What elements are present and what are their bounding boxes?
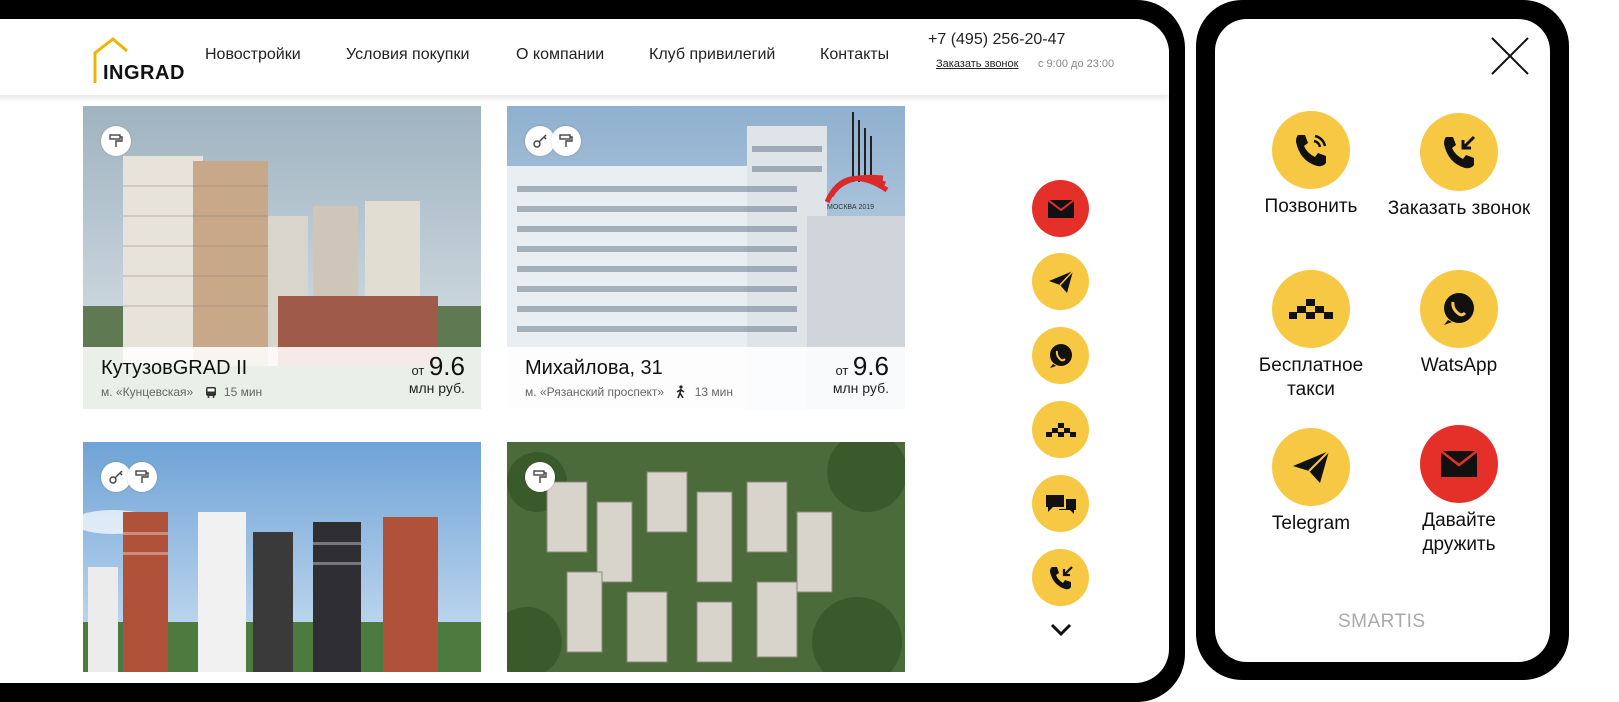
callback-icon <box>1420 113 1498 191</box>
telegram-icon <box>1048 269 1074 293</box>
project-card[interactable]: МОСКВА 2019 Михайлова, 31 м. «Рязанский … <box>507 106 905 409</box>
whatsapp-icon <box>1049 343 1072 368</box>
taxi-icon <box>1272 270 1350 348</box>
phone-call-icon <box>1272 111 1350 189</box>
working-hours: с 9:00 до 23:00 <box>1038 58 1115 70</box>
price-block: от 9.6 млн руб. <box>409 353 465 395</box>
price-value: 9.6 <box>428 351 465 381</box>
badge-row <box>525 462 555 492</box>
travel-time: 13 мин <box>694 385 734 399</box>
nav-purchase-terms[interactable]: Условия покупки <box>346 46 469 64</box>
email-icon <box>1420 425 1498 503</box>
callback-option[interactable]: Заказать звонок <box>1384 113 1534 221</box>
metro-info: м. «Кунцевская» 15 мин <box>101 385 262 399</box>
menu-label: Telegram <box>1271 513 1351 534</box>
metro-station: м. «Кунцевская» <box>101 385 194 399</box>
metro-info: м. «Рязанский проспект» 13 мин <box>525 385 733 399</box>
project-card[interactable]: КутузовGRAD II м. «Кунцевская» 15 мин от… <box>83 106 481 409</box>
widget-email-button[interactable] <box>1032 180 1089 237</box>
site-header: INGRAD Новостройки Условия покупки О ком… <box>0 19 1169 95</box>
telegram-icon <box>1272 428 1350 506</box>
price-from: от <box>411 363 425 378</box>
price-unit: млн руб. <box>408 380 465 396</box>
paint-roller-icon <box>127 462 157 492</box>
card-info: КутузовGRAD II м. «Кунцевская» 15 мин от… <box>83 347 481 409</box>
email-icon <box>1046 198 1075 218</box>
project-title: КутузовGRAD II <box>101 357 248 379</box>
nav-contacts[interactable]: Контакты <box>820 46 889 64</box>
close-icon[interactable] <box>1490 36 1530 76</box>
nav-privilege-club[interactable]: Клуб привилегий <box>649 46 775 64</box>
taxi-option[interactable]: Бесплатное такси <box>1236 270 1386 402</box>
project-title: Михайлова, 31 <box>525 357 663 379</box>
menu-label: Заказать звонок <box>1387 198 1531 219</box>
ingrad-logo[interactable]: INGRAD <box>91 35 184 85</box>
project-card[interactable] <box>507 442 905 672</box>
menu-label: Бесплатное такси <box>1258 355 1364 400</box>
callback-link[interactable]: Заказать звонок <box>936 58 1018 70</box>
paint-roller-icon <box>551 126 581 156</box>
award-logo: МОСКВА 2019 <box>824 112 891 218</box>
price-block: от 9.6 млн руб. <box>833 353 889 395</box>
project-card[interactable] <box>83 442 481 672</box>
card-info: Михайлова, 31 м. «Рязанский проспект» 13… <box>507 347 905 409</box>
aerial-photo <box>507 442 905 672</box>
taxi-icon <box>1045 422 1076 437</box>
badge-row <box>525 126 581 156</box>
smartis-brand: SMARTIS <box>1338 611 1426 632</box>
widget-chat-button[interactable] <box>1032 475 1089 532</box>
paint-roller-icon <box>101 126 131 156</box>
chevron-down-icon[interactable] <box>1050 622 1072 638</box>
award-text: МОСКВА 2019 <box>827 204 875 211</box>
menu-label: Давайте дружить <box>1422 510 1496 555</box>
travel-time: 15 мин <box>223 385 263 399</box>
nav-about[interactable]: О компании <box>516 46 604 64</box>
whatsapp-option[interactable]: WatsApp <box>1384 270 1534 378</box>
price-from: от <box>835 363 849 378</box>
widget-callback-button[interactable] <box>1032 549 1089 606</box>
badge-row <box>101 462 157 492</box>
social-option[interactable]: Давайте дружить <box>1384 425 1534 557</box>
nav-novostroyki[interactable]: Новостройки <box>205 46 301 64</box>
metro-station: м. «Рязанский проспект» <box>525 385 665 399</box>
price-value: 9.6 <box>852 351 889 381</box>
walking-icon <box>676 385 685 399</box>
widget-whatsapp-button[interactable] <box>1032 327 1089 384</box>
bus-icon <box>205 387 216 398</box>
call-option[interactable]: Позвонить <box>1236 111 1386 219</box>
callback-icon <box>1049 565 1073 589</box>
menu-label: Позвонить <box>1264 196 1358 217</box>
chat-icon <box>1045 494 1076 514</box>
price-unit: млн руб. <box>832 380 889 396</box>
menu-label: WatsApp <box>1420 355 1498 376</box>
widget-taxi-button[interactable] <box>1032 401 1089 458</box>
paint-roller-icon <box>525 462 555 492</box>
whatsapp-icon <box>1420 270 1498 348</box>
widget-telegram-button[interactable] <box>1032 253 1089 310</box>
phone-number[interactable]: +7 (495) 256-20-47 <box>928 31 1065 49</box>
badge-row <box>101 126 131 156</box>
logo-text: INGRAD <box>103 62 185 84</box>
website-screen: INGRAD Новостройки Условия покупки О ком… <box>0 19 1169 683</box>
telegram-option[interactable]: Telegram <box>1236 428 1386 536</box>
